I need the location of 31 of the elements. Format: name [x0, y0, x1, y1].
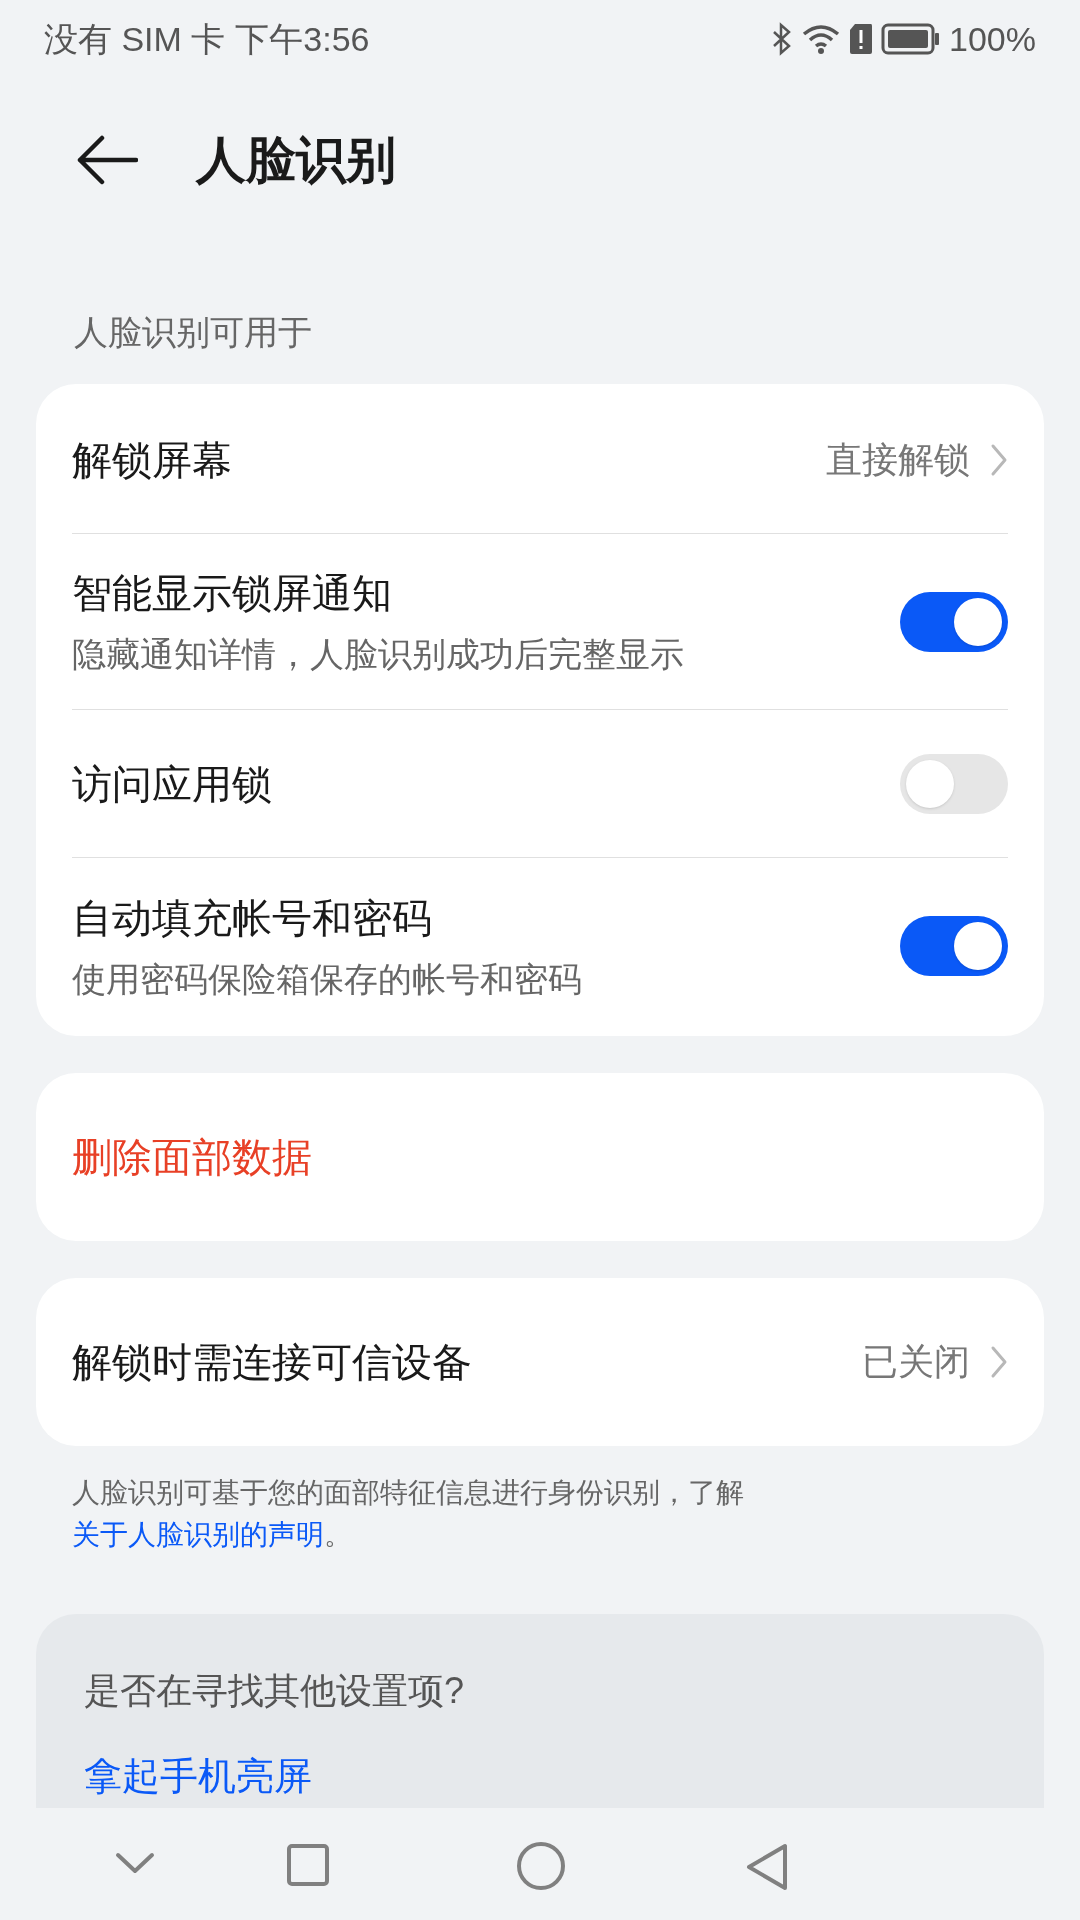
carrier-text: 没有 SIM 卡 — [44, 18, 226, 60]
disclaimer-text: 人脸识别可基于您的面部特征信息进行身份识别，了解 关于人脸识别的声明。 — [72, 1476, 745, 1552]
setting-title: 自动填充帐号和密码 — [72, 894, 433, 942]
setting-value: 已关闭 — [862, 1340, 970, 1384]
delete-face-data-button[interactable]: 删除面部数据 — [72, 1127, 312, 1187]
setting-title: 解锁屏幕 — [72, 436, 232, 484]
recent-apps-icon[interactable] — [286, 1843, 330, 1887]
battery-percent-text: 100% — [949, 18, 1036, 60]
back-icon[interactable] — [745, 1842, 789, 1892]
setting-description: 使用密码保险箱保存的帐号和密码 — [72, 958, 582, 1000]
setting-title: 解锁时需连接可信设备 — [72, 1339, 472, 1386]
trusted-device-card[interactable]: 解锁时需连接可信设备 已关闭 — [36, 1278, 1044, 1446]
setting-value[interactable]: 直接解锁 — [826, 432, 970, 487]
home-icon[interactable] — [516, 1841, 566, 1891]
suggestion-link[interactable]: 拿起手机亮屏 — [84, 1748, 312, 1805]
setting-title: 访问应用锁 — [72, 760, 272, 808]
toggle-switch[interactable] — [900, 916, 1008, 976]
battery-icon — [881, 23, 942, 55]
back-arrow-icon[interactable] — [76, 135, 138, 185]
chevron-icon — [990, 1345, 1008, 1379]
statement-link[interactable]: 关于人脸识别的声明 — [72, 1519, 324, 1550]
collapse-icon[interactable] — [115, 1852, 155, 1876]
wifi-icon — [801, 23, 842, 55]
clock-text: 下午3:56 — [235, 18, 370, 60]
sim-alert-icon — [849, 23, 874, 55]
suggestion-question: 是否在寻找其他设置项? — [84, 1669, 465, 1713]
setting-title: 智能显示锁屏通知 — [72, 570, 393, 617]
page-title: 人脸识别 — [196, 130, 396, 190]
setting-description: 隐藏通知详情，人脸识别成功后完整显示 — [72, 634, 684, 675]
section-label: 人脸识别可用于 — [74, 312, 312, 353]
chevron-icon — [990, 442, 1008, 477]
